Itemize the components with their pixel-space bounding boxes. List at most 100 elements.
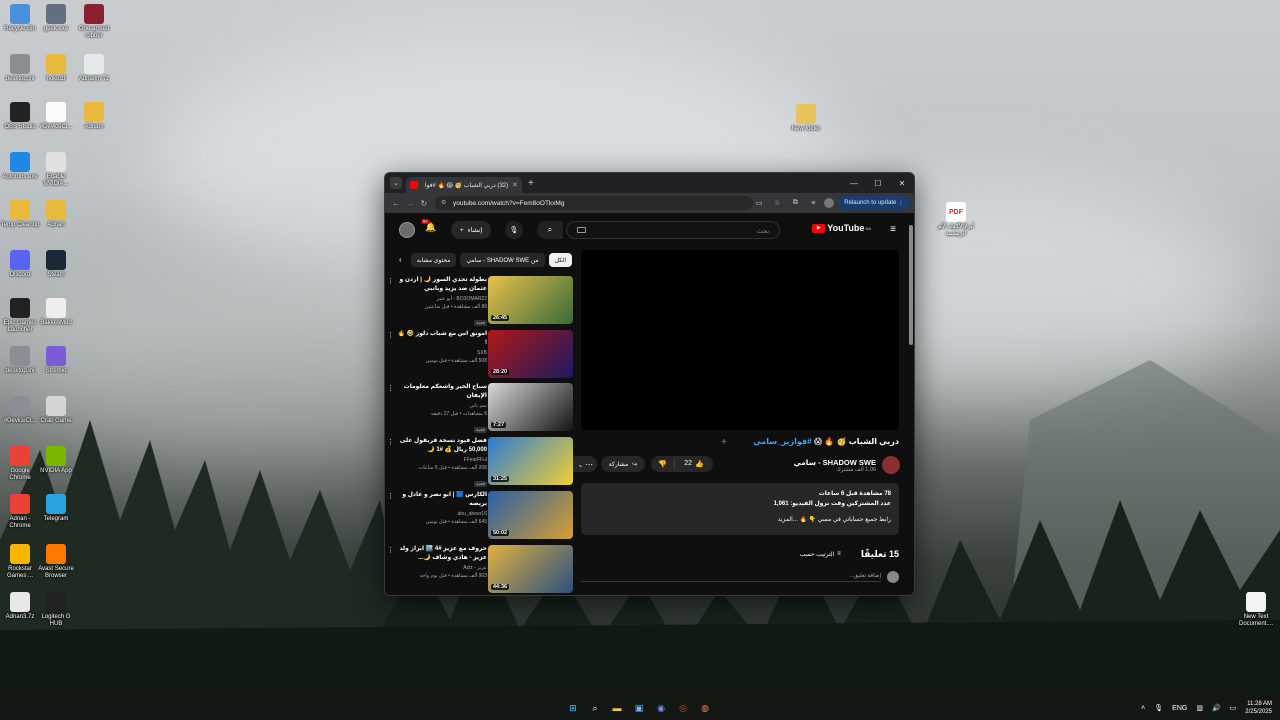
recommendation-item[interactable]: 31:25 فضل فيود نسخة فريقول على 50,000 ريا… [385, 437, 575, 487]
video-thumbnail[interactable]: 7:27 [488, 383, 573, 431]
video-thumbnail[interactable]: 28:20 [488, 330, 573, 378]
dislike-button[interactable]: 👎 [651, 460, 675, 468]
desktop-icon[interactable]: Adnanm.7z [74, 54, 114, 83]
add-comment-row[interactable]: إضافة تعليق... [581, 570, 899, 584]
recommendation-title[interactable]: امونق اس مع شباب دلوز 🤣 🔥 ! [395, 330, 487, 348]
more-options-icon[interactable]: ⋮ [387, 331, 394, 339]
recommendation-item[interactable]: 26:45 بطولة تحدي السور 🌙 | اردن و عثمان ض… [385, 276, 575, 326]
desktop-icon[interactable]: Rockstar Games ... [0, 544, 40, 580]
youtube-logo[interactable]: ▶ YouTube SA [812, 223, 871, 233]
taskbar-search-icon[interactable]: ⌕ [586, 699, 604, 717]
new-tab-button[interactable]: + [528, 178, 534, 189]
video-thumbnail[interactable]: 31:25 [488, 437, 573, 485]
create-button[interactable]: + إنشاء [451, 221, 491, 239]
volume-icon[interactable]: 🔊 [1212, 704, 1221, 712]
recommendation-channel[interactable]: abu_abeer16 [395, 510, 487, 518]
desktop-icon[interactable]: #DeviceCl... [0, 396, 40, 425]
desktop-icon[interactable]: #DeviceCl... [36, 102, 76, 131]
video-thumbnail[interactable]: 26:45 [488, 276, 573, 324]
recommendation-item[interactable]: 50:02 الكارس 🟦 | ابو نصر و عادل و بريصه ab… [385, 491, 575, 541]
chrome-taskbar-icon[interactable]: ◎ [674, 699, 692, 717]
chip-from-channel[interactable]: من SHADOW SWE - سامي [460, 253, 545, 267]
recommendation-title[interactable]: بطولة تحدي السور 🌙 | اردن و عثمان ضد يزي… [395, 276, 487, 294]
account-avatar[interactable] [399, 222, 415, 238]
start-button[interactable]: ⊞ [564, 699, 582, 717]
like-button[interactable]: 22 👍 [675, 460, 713, 468]
forward-button[interactable]: → [403, 196, 417, 210]
more-options-icon[interactable]: ⋮ [387, 492, 394, 500]
search-input[interactable]: بحث [566, 221, 780, 239]
desktop-icon-text-document[interactable]: New Text Document.... [1236, 592, 1276, 628]
recommendation-title[interactable]: الكارس 🟦 | ابو نصر و عادل و بريصه [395, 491, 487, 509]
desktop-icon[interactable]: Stremio [36, 346, 76, 375]
microphone-tray-icon[interactable]: 🎙 [1154, 704, 1163, 712]
keyboard-icon[interactable] [577, 227, 586, 233]
desktop-icon[interactable]: geek.exe [36, 4, 76, 33]
file-explorer-icon[interactable]: ▬ [608, 699, 626, 717]
desktop-icon[interactable]: Temp Cleanup [0, 200, 40, 229]
bookmark-star-icon[interactable]: ☆ [770, 196, 784, 210]
recommendation-channel[interactable]: BO3OMAR22 - أبو عمر [395, 295, 487, 303]
video-thumbnail[interactable]: 50:02 [488, 491, 573, 539]
desktop-icon[interactable]: Telegram [36, 494, 76, 523]
hamburger-menu-icon[interactable]: ≡ [890, 224, 896, 235]
desktop-icon[interactable]: Crab Game [36, 396, 76, 425]
channel-avatar[interactable] [882, 456, 900, 474]
desktop-icon[interactable]: desktop.ini [0, 346, 40, 375]
desktop-icon[interactable]: Recycle Bin [0, 4, 40, 33]
back-button[interactable]: ← [389, 196, 403, 210]
scrollbar-thumb[interactable] [909, 225, 913, 345]
chevron-up-icon[interactable]: ˄ [1141, 705, 1145, 712]
extensions-icon[interactable]: ⧉ [788, 196, 802, 210]
sort-comments-button[interactable]: ≡ الترتيب حسب [800, 551, 841, 558]
desktop-icon-pdf[interactable]: PDF أبزلاالأكواد الأم الرئيسية [936, 202, 976, 238]
tab-search-button[interactable]: ⌄ [390, 177, 402, 189]
more-options-icon[interactable]: ⋮ [387, 438, 394, 446]
desktop-icon[interactable]: Adnam [74, 102, 114, 131]
side-panel-icon[interactable]: ≡ [806, 196, 820, 210]
install-app-icon[interactable]: ▭ [752, 196, 766, 210]
video-thumbnail[interactable]: 44:36 [488, 545, 573, 593]
recommendation-channel[interactable]: SXB [395, 349, 487, 357]
site-info-icon[interactable]: ⚙ [441, 199, 449, 207]
reload-button[interactable]: ↻ [417, 196, 431, 210]
video-description[interactable]: 78 مشاهدة قبل 6 ساعات عدد المشتركين وقت … [581, 483, 899, 535]
desktop-icon[interactable]: One-armed robber [74, 4, 114, 40]
maximize-button[interactable]: ☐ [866, 173, 890, 193]
system-clock[interactable]: 11:28 AM 2/25/2025 [1245, 700, 1272, 716]
recommendation-title[interactable]: فضل فيود نسخة فريقول على 50,000 ريال 💰 #… [395, 437, 487, 455]
desktop-icon[interactable]: hokuizf [36, 54, 76, 83]
battery-icon[interactable]: ▭ [1230, 704, 1237, 712]
desktop-icon[interactable]: Epic Games Launcher [0, 298, 40, 334]
channel-owner[interactable]: SHADOW SWE - سامي 1.06 ألف مشترك [794, 455, 900, 475]
minimize-button[interactable]: — [842, 173, 866, 193]
more-options-icon[interactable]: ⋮ [387, 277, 394, 285]
tab-youtube[interactable]: (32) دربي الشباب 🥳 😱 🔥 #فوا ✕ [406, 177, 522, 193]
recommendation-item[interactable]: 28:20 امونق اس مع شباب دلوز 🤣 🔥 ! SXB 508 أ… [385, 330, 575, 380]
desktop-icon[interactable]: Adnan - Chrome [0, 494, 40, 530]
desktop-icon[interactable]: Steam [36, 250, 76, 279]
desktop-icon[interactable]: Discord [0, 250, 40, 279]
page-scrollbar[interactable] [909, 217, 913, 587]
desktop-icon[interactable]: Avast Secure Browser [36, 544, 76, 580]
more-actions-button[interactable]: ⋯ [581, 456, 597, 472]
desktop-icon[interactable]: Adnan [36, 200, 76, 229]
language-indicator[interactable]: ENG [1172, 705, 1187, 712]
omnibox[interactable]: ⚙ youtube.com/watch?v=Fem8oOTkxMg [435, 196, 753, 210]
desktop-icon[interactable]: desktop.ini [0, 54, 40, 83]
chip-related[interactable]: محتوى مشابه [410, 253, 457, 267]
store-icon[interactable]: ▣ [630, 699, 648, 717]
recommendation-channel[interactable]: عزيز - Aziz [395, 564, 487, 572]
search-button[interactable]: ⌕ [537, 221, 563, 239]
desktop-icon[interactable]: Enable NVIDIA... [36, 152, 76, 188]
recommendation-title[interactable]: حروف مع عزيز #4 🏙️ ابزاز ولد عزيز - هادي… [395, 545, 487, 563]
relaunch-button[interactable]: Relaunch to update ⋮ [838, 196, 910, 210]
recommendation-item[interactable]: 7:27 سباح الخير واشعكم معلومات الإيفان سم … [385, 383, 575, 433]
wifi-icon[interactable]: ▥ [1196, 704, 1203, 712]
share-button[interactable]: مشاركة ↪ [601, 456, 645, 472]
desktop-icon[interactable]: NVIDIA App [36, 446, 76, 475]
desktop-icon[interactable]: Google Chrome [0, 446, 40, 482]
desktop-icon-new-folder[interactable]: New folder [786, 104, 826, 133]
chevron-left-icon[interactable]: ‹ [399, 255, 402, 264]
recommendation-title[interactable]: سباح الخير واشعكم معلومات الإيفان [395, 383, 487, 401]
